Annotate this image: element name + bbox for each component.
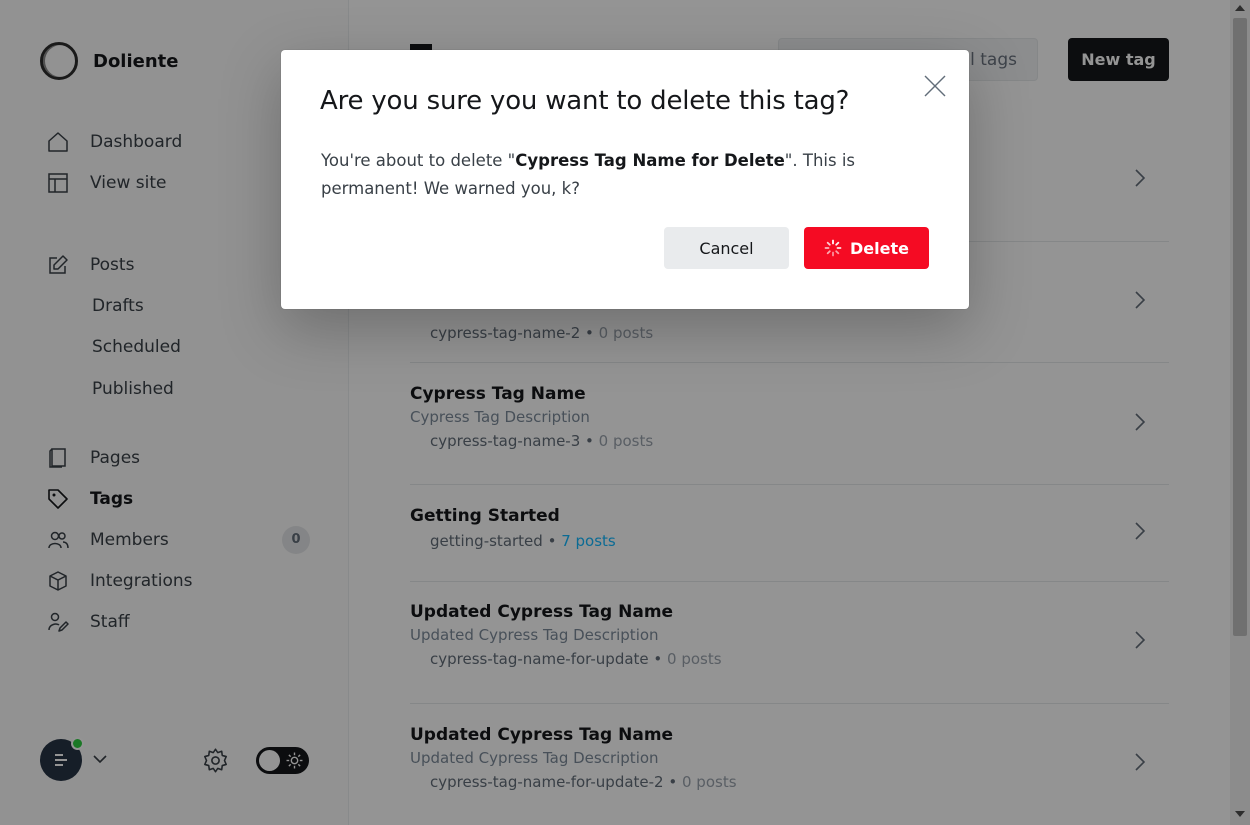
close-icon[interactable]: [923, 74, 947, 98]
delete-tag-modal: Are you sure you want to delete this tag…: [281, 50, 969, 309]
loading-spinner-icon: [824, 239, 842, 257]
modal-message: You're about to delete "Cypress Tag Name…: [321, 147, 941, 203]
cancel-button[interactable]: Cancel: [664, 227, 789, 269]
modal-message-prefix: You're about to delete ": [321, 151, 516, 170]
delete-button[interactable]: Delete: [804, 227, 929, 269]
modal-tag-name: Cypress Tag Name for Delete: [515, 151, 785, 170]
delete-button-label: Delete: [850, 238, 909, 258]
modal-title: Are you sure you want to delete this tag…: [320, 86, 850, 116]
